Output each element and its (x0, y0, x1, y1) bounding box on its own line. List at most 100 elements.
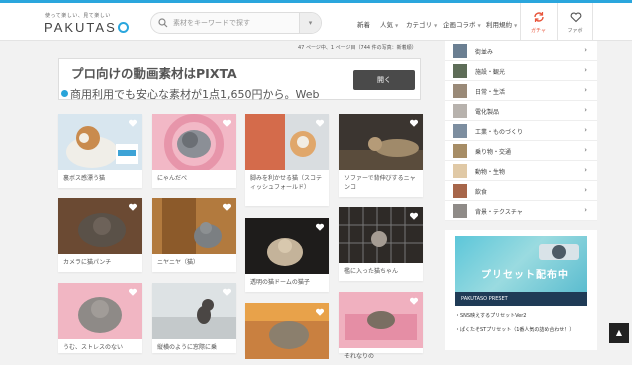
favorite-heart-icon[interactable] (315, 222, 325, 232)
photo-thumbnail[interactable] (339, 114, 423, 170)
nav-label: 企画コラボ (443, 21, 476, 29)
nav-category[interactable]: カテゴリ ▼ (406, 19, 437, 29)
chevron-right-icon: › (584, 86, 587, 94)
photo-caption[interactable]: カメラに猫パンチ (58, 254, 142, 271)
photo-card[interactable]: ソファーで背伸びするニャンコ (339, 114, 423, 197)
sidebar-item-animals[interactable]: 動物・生物 › (445, 161, 597, 181)
photo-card[interactable]: カメラに猫パンチ (58, 198, 142, 272)
site-logo[interactable]: PAKUTAS (44, 20, 129, 35)
nav-label: カテゴリ (406, 21, 432, 29)
preset-link[interactable]: ・ぱくたそSTプリセット（1番人気の詰め合わせ！） (455, 326, 574, 333)
photo-thumbnail[interactable] (245, 218, 329, 274)
info-icon[interactable] (61, 90, 68, 97)
search-dropdown-button[interactable]: ▾ (299, 13, 321, 33)
ad-subtitle: 商用利用でも安心な素材が1点1,650円から。Web (70, 88, 320, 101)
photo-thumbnail[interactable] (339, 207, 423, 263)
photo-thumbnail[interactable] (152, 198, 236, 254)
photo-card[interactable]: にゃんだべ (152, 114, 236, 188)
photo-caption[interactable]: 縦横のように窓際に乗 (152, 339, 236, 356)
photo-thumbnail[interactable] (58, 198, 142, 254)
search-box[interactable]: 素材をキーワードで探す ▾ (150, 12, 322, 34)
sidebar-item-cityscape[interactable]: 街並み › (445, 41, 597, 61)
favorite-heart-icon[interactable] (409, 296, 419, 306)
chevron-right-icon: › (584, 146, 587, 154)
preset-banner[interactable]: プリセット配布中 PAKUTASO PRESET (455, 236, 587, 306)
category-thumbnail (453, 124, 467, 138)
photo-thumbnail[interactable] (152, 114, 236, 170)
sidebar-item-label: 日常・生活 (475, 89, 506, 96)
favorite-heart-icon[interactable] (315, 307, 325, 317)
sidebar-item-sightseeing[interactable]: 施設・観光 › (445, 61, 597, 81)
category-thumbnail (453, 84, 467, 98)
photo-card[interactable]: 透明の猫ドームの猫子 (245, 218, 329, 292)
chevron-down-icon: ▼ (395, 23, 399, 28)
photo-caption[interactable]: 脚みを利かせる猫（スコティッシュフォールド） (245, 170, 329, 196)
photo-thumbnail[interactable] (58, 114, 142, 170)
photo-caption[interactable]: 檻に入った猫ちゃん (339, 263, 423, 280)
ad-banner[interactable]: プロ向けの動画素材はPIXTA 商用利用でも安心な素材が1点1,650円から。W… (58, 58, 421, 101)
nav-new[interactable]: 新着 (357, 19, 370, 29)
favorite-heart-icon[interactable] (128, 202, 138, 212)
nav-popular[interactable]: 人気 ▼ (380, 19, 398, 29)
preset-promo: プリセット配布中 PAKUTASO PRESET ・SNS映えするプリセットVe… (445, 230, 597, 350)
photo-card[interactable]: 裏ボス感漂う猫 (58, 114, 142, 188)
favorite-heart-icon[interactable] (222, 202, 232, 212)
photo-card[interactable]: それなりの (339, 292, 423, 360)
favorite-heart-icon[interactable] (128, 287, 138, 297)
favorites-button[interactable]: ファボ (557, 3, 593, 41)
sidebar-item-electronics[interactable]: 電化製品 › (445, 101, 597, 121)
sidebar-item-transport[interactable]: 乗り物・交通 › (445, 141, 597, 161)
favorite-heart-icon[interactable] (409, 118, 419, 128)
photo-thumbnail[interactable] (339, 292, 423, 348)
photo-thumbnail[interactable] (245, 303, 329, 359)
gacha-button[interactable]: ガチャ (520, 3, 556, 41)
logo-tagline: 使って楽しい、見て楽しい (45, 13, 111, 19)
sidebar-item-label: 背景・テクスチャ (475, 209, 523, 216)
nav-terms[interactable]: 利用規約 ▼ (486, 19, 517, 29)
nav-label: 人気 (380, 21, 393, 29)
favorite-heart-icon[interactable] (409, 211, 419, 221)
sidebar-item-label: 飲食 (475, 189, 488, 196)
photo-caption[interactable]: それなりの (339, 348, 423, 365)
logo-circle-icon (117, 22, 129, 33)
sidebar-item-industry[interactable]: 工業・ものづくり › (445, 121, 597, 141)
photo-caption[interactable]: にゃんだべ (152, 170, 236, 187)
photo-card[interactable]: うむ、ストレスのない (58, 283, 142, 353)
gacha-label: ガチャ (531, 28, 546, 34)
photo-caption[interactable]: うむ、ストレスのない (58, 339, 142, 356)
sidebar-item-daily-life[interactable]: 日常・生活 › (445, 81, 597, 101)
category-thumbnail (453, 204, 467, 218)
search-input[interactable]: 素材をキーワードで探す (173, 18, 250, 28)
photo-caption[interactable]: ソファーで背伸びするニャンコ (339, 170, 423, 196)
favorite-heart-icon[interactable] (222, 118, 232, 128)
photo-caption[interactable]: 透明の猫ドームの猫子 (245, 274, 329, 291)
sidebar-item-background[interactable]: 背景・テクスチャ › (445, 201, 597, 221)
sidebar-item-food[interactable]: 飲食 › (445, 181, 597, 201)
photo-caption[interactable]: ニヤニヤ（猫） (152, 254, 236, 271)
photo-card[interactable]: 檻に入った猫ちゃん (339, 207, 423, 281)
photo-thumbnail[interactable] (152, 283, 236, 339)
chevron-right-icon: › (584, 206, 587, 214)
photo-card[interactable]: ニヤニヤ（猫） (152, 198, 236, 272)
chevron-down-icon: ▾ (308, 19, 313, 27)
photo-thumbnail[interactable] (245, 114, 329, 170)
photo-card[interactable]: 縦横のように窓際に乗 (152, 283, 236, 353)
chevron-down-icon: ▼ (514, 23, 518, 28)
sidebar-item-label: 動物・生物 (475, 169, 506, 176)
photo-thumbnail[interactable] (58, 283, 142, 339)
page-top-button[interactable]: ▲ (609, 323, 629, 343)
chevron-down-icon: ▼ (434, 23, 438, 28)
category-thumbnail (453, 44, 467, 58)
category-thumbnail (453, 144, 467, 158)
chevron-right-icon: › (584, 46, 587, 54)
ad-open-button[interactable]: 開く (353, 70, 415, 90)
sidebar-item-label: 電化製品 (475, 109, 500, 116)
favorite-heart-icon[interactable] (128, 118, 138, 128)
preset-link[interactable]: ・SNS映えするプリセットVer2 (455, 312, 526, 319)
photo-caption[interactable]: 裏ボス感漂う猫 (58, 170, 142, 187)
photo-card[interactable] (245, 303, 329, 359)
nav-collab[interactable]: 企画コラボ ▼ (443, 19, 481, 29)
favorite-heart-icon[interactable] (222, 287, 232, 297)
photo-card[interactable]: 脚みを利かせる猫（スコティッシュフォールド） (245, 114, 329, 206)
favorite-heart-icon[interactable] (315, 118, 325, 128)
